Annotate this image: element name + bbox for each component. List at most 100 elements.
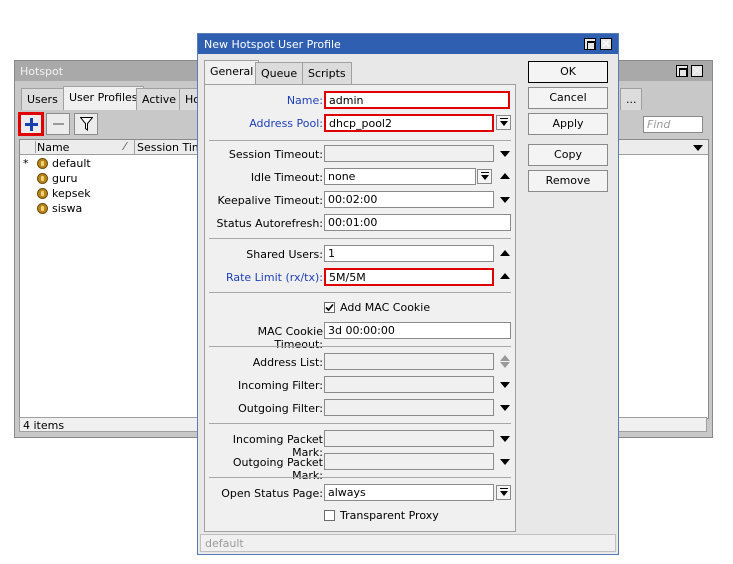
open-status-page-select[interactable]: always: [324, 484, 494, 501]
remove-button[interactable]: Remove: [528, 170, 608, 192]
tab-hosts[interactable]: Ho: [179, 88, 199, 110]
address-list-label: Address List:: [252, 356, 323, 369]
add-button[interactable]: [18, 112, 44, 136]
outgoing-packet-mark-label: Outgoing Packet Mark:: [232, 456, 323, 482]
table-row[interactable]: * default: [20, 156, 200, 171]
add-mac-cookie-label: Add MAC Cookie: [340, 301, 431, 314]
add-mac-cookie-checkbox[interactable]: [324, 302, 335, 313]
idle-timeout-input[interactable]: none: [324, 168, 476, 185]
dropdown-icon[interactable]: [496, 485, 511, 500]
session-timeout-input[interactable]: [324, 145, 494, 162]
status-autorefresh-input[interactable]: 00:01:00: [324, 214, 511, 231]
shared-users-label: Shared Users:: [246, 248, 323, 261]
divider: [209, 346, 511, 347]
close-icon[interactable]: ×: [691, 65, 703, 77]
rate-limit-label: Rate Limit (rx/tx):: [225, 271, 323, 284]
row-name: kepsek: [52, 187, 91, 200]
tab-active[interactable]: Active: [136, 88, 183, 110]
apply-button[interactable]: Apply: [528, 113, 608, 135]
outgoing-filter-input[interactable]: [324, 399, 494, 416]
incoming-filter-input[interactable]: [324, 376, 494, 393]
expand-down-icon[interactable]: [500, 362, 510, 368]
copy-button[interactable]: Copy: [528, 144, 608, 166]
expand-down-icon[interactable]: [500, 436, 510, 442]
rate-limit-input[interactable]: 5M/5M: [324, 268, 494, 286]
outgoing-filter-label: Outgoing Filter:: [238, 402, 323, 415]
table-row[interactable]: siswa: [20, 201, 200, 216]
profile-icon: [37, 203, 48, 214]
expand-down-icon[interactable]: [500, 405, 510, 411]
session-timeout-label: Session Timeout:: [228, 148, 323, 161]
tab-queue[interactable]: Queue: [255, 62, 304, 84]
divider: [209, 477, 511, 478]
collapse-up-icon[interactable]: [500, 250, 510, 256]
ok-button[interactable]: OK: [528, 61, 608, 83]
tab-scripts[interactable]: Scripts: [302, 62, 352, 84]
incoming-packet-mark-input[interactable]: [324, 430, 494, 447]
filter-button[interactable]: [74, 113, 98, 135]
address-list-input[interactable]: [324, 353, 494, 370]
close-icon[interactable]: ×: [600, 38, 612, 50]
keepalive-timeout-label: Keepalive Timeout:: [217, 194, 323, 207]
remove-button[interactable]: [46, 113, 70, 135]
filter-icon: [80, 117, 93, 131]
transparent-proxy-label: Transparent Proxy: [340, 509, 439, 522]
column-name[interactable]: Name: [37, 141, 69, 154]
dialog-title: New Hotspot User Profile: [204, 38, 341, 51]
profile-icon: [37, 158, 48, 169]
collapse-up-icon[interactable]: [500, 273, 510, 279]
profile-icon: [37, 173, 48, 184]
default-marker: *: [23, 157, 29, 170]
expand-down-icon[interactable]: [500, 459, 510, 465]
header-marker-col: [21, 141, 36, 153]
cancel-button[interactable]: Cancel: [528, 87, 608, 109]
maximize-icon[interactable]: [676, 65, 688, 77]
divider: [209, 292, 511, 293]
column-divider: [134, 140, 135, 154]
sort-icon: ⁄: [124, 140, 126, 153]
address-pool-select[interactable]: dhcp_pool2: [324, 114, 494, 132]
tab-user-profiles[interactable]: User Profiles: [63, 86, 144, 110]
incoming-filter-label: Incoming Filter:: [238, 379, 323, 392]
expand-down-icon[interactable]: [500, 382, 510, 388]
mac-cookie-timeout-input[interactable]: 3d 00:00:00: [324, 322, 511, 339]
divider: [209, 238, 511, 239]
column-menu-icon[interactable]: [693, 145, 703, 151]
row-name: guru: [52, 172, 78, 185]
address-pool-label: Address Pool:: [249, 117, 323, 130]
open-status-page-label: Open Status Page:: [221, 487, 323, 500]
keepalive-timeout-input[interactable]: 00:02:00: [324, 191, 494, 208]
find-input[interactable]: Find: [643, 116, 703, 133]
expand-down-icon[interactable]: [500, 197, 510, 203]
row-name: siswa: [52, 202, 83, 215]
collapse-up-icon[interactable]: [500, 355, 510, 361]
table-row[interactable]: guru: [20, 171, 200, 186]
row-name: default: [52, 157, 91, 170]
collapse-up-icon[interactable]: [500, 173, 510, 179]
dialog-titlebar[interactable]: New Hotspot User Profile ×: [198, 34, 618, 54]
shared-users-input[interactable]: 1: [324, 245, 494, 262]
status-autorefresh-label: Status Autorefresh:: [216, 217, 323, 230]
transparent-proxy-checkbox[interactable]: [324, 510, 335, 521]
maximize-icon[interactable]: [584, 38, 596, 50]
outgoing-packet-mark-input[interactable]: [324, 453, 494, 470]
dialog-statusbar: default: [200, 534, 616, 552]
mac-cookie-timeout-label: MAC Cookie Timeout:: [257, 325, 323, 351]
hotspot-title: Hotspot: [20, 65, 64, 78]
tab-users[interactable]: Users: [21, 88, 64, 110]
plus-icon: [25, 118, 38, 131]
checkmark-icon: [325, 303, 334, 312]
table-row[interactable]: kepsek: [20, 186, 200, 201]
expand-down-icon[interactable]: [500, 151, 510, 157]
profile-icon: [37, 188, 48, 199]
item-count: 4 items: [23, 419, 65, 432]
tab-overflow[interactable]: ...: [620, 88, 642, 110]
divider: [209, 423, 511, 424]
name-input[interactable]: admin: [324, 91, 510, 109]
dropdown-icon[interactable]: [496, 115, 511, 130]
tab-general[interactable]: General: [204, 60, 260, 84]
name-label: Name:: [286, 94, 323, 107]
general-panel: Name: admin Address Pool: dhcp_pool2 Ses…: [204, 84, 516, 532]
minus-icon: [53, 123, 64, 125]
dropdown-icon[interactable]: [477, 169, 492, 184]
